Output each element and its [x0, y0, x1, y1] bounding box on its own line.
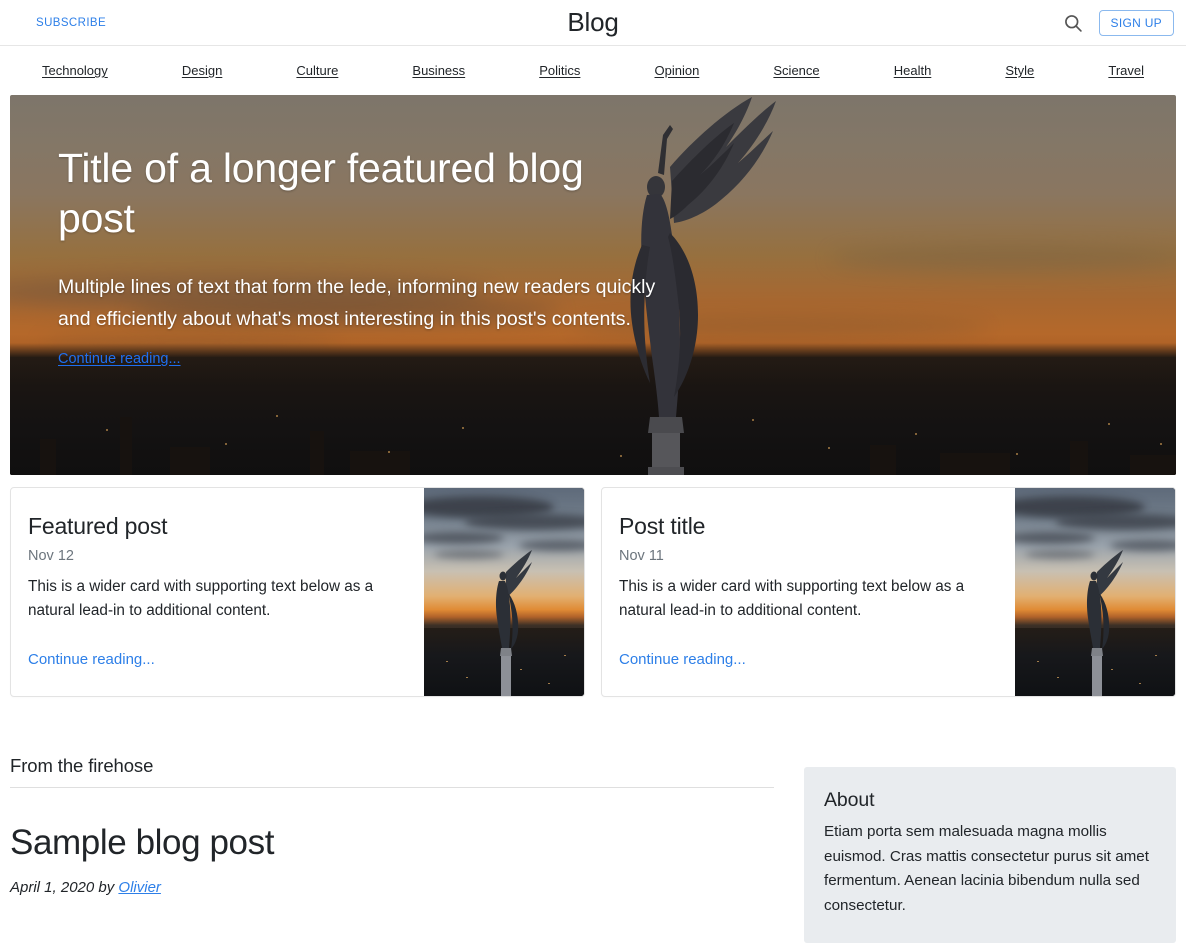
about-title: About — [824, 789, 875, 811]
nav-item-science[interactable]: Science — [773, 63, 819, 78]
about-widget: About Etiam porta sem malesuada magna mo… — [804, 767, 1176, 943]
post-card-text: This is a wider card with supporting tex… — [619, 577, 965, 620]
category-nav-list: Technology Design Culture Business Polit… — [12, 63, 1174, 78]
hero-wrapper: Title of a longer featured blog post Mul… — [0, 95, 1186, 475]
section-heading-firehose: From the firehose — [10, 755, 774, 788]
search-icon[interactable] — [1063, 13, 1083, 33]
nav-item-opinion[interactable]: Opinion — [655, 63, 700, 78]
blog-post-date: April 1, 2020 by — [10, 878, 119, 896]
featured-cards-row: Featured post Nov 12 This is a wider car… — [0, 475, 1186, 697]
nav-item-health[interactable]: Health — [894, 63, 932, 78]
post-card-date: Nov 12 — [28, 548, 74, 565]
nav-item-business[interactable]: Business — [412, 63, 465, 78]
category-nav: Technology Design Culture Business Polit… — [0, 46, 1186, 95]
post-card-date: Nov 11 — [619, 548, 664, 565]
about-text: Etiam porta sem malesuada magna mollis e… — [824, 823, 1149, 914]
featured-hero: Title of a longer featured blog post Mul… — [10, 95, 1176, 475]
main-row: From the firehose Sample blog post April… — [0, 697, 1186, 943]
blog-post-title: Sample blog post — [10, 823, 275, 862]
nav-item-technology[interactable]: Technology — [42, 63, 108, 78]
nav-item-politics[interactable]: Politics — [539, 63, 580, 78]
post-card-text: This is a wider card with supporting tex… — [28, 577, 374, 620]
hero-content: Title of a longer featured blog post Mul… — [10, 95, 670, 368]
post-card-thumbnail — [1015, 488, 1175, 696]
signup-button[interactable]: SIGN UP — [1098, 9, 1174, 36]
nav-item-design[interactable]: Design — [182, 63, 222, 78]
post-card-body: Featured post Nov 12 This is a wider car… — [11, 488, 424, 696]
blog-post-author-link[interactable]: Olivier — [118, 879, 161, 896]
sidebar-column: About Etiam porta sem malesuada magna mo… — [804, 755, 1176, 943]
blog-post-byline: April 1, 2020 by Olivier — [10, 879, 774, 896]
post-card-thumbnail — [424, 488, 584, 696]
masthead-left: SUBSCRIBE — [14, 17, 314, 29]
masthead: SUBSCRIBE Blog SIGN UP — [0, 0, 1186, 46]
post-card-body: Post title Nov 11 This is a wider card w… — [602, 488, 1015, 696]
page-title[interactable]: Blog — [567, 9, 618, 35]
subscribe-link[interactable]: SUBSCRIBE — [14, 17, 106, 29]
post-card-title: Post title — [619, 513, 706, 539]
post-card-continue-reading-link[interactable]: Continue reading... — [619, 651, 997, 668]
post-card-continue-reading-link[interactable]: Continue reading... — [28, 651, 406, 668]
masthead-right: SIGN UP — [1063, 9, 1174, 36]
main-content-column: From the firehose Sample blog post April… — [10, 755, 774, 943]
post-card[interactable]: Featured post Nov 12 This is a wider car… — [10, 487, 585, 697]
post-card-title: Featured post — [28, 513, 168, 539]
hero-continue-reading-link[interactable]: Continue reading... — [58, 351, 181, 367]
blog-page: SUBSCRIBE Blog SIGN UP Technology Design… — [0, 0, 1186, 943]
nav-item-style[interactable]: Style — [1005, 63, 1034, 78]
hero-title: Title of a longer featured blog post — [58, 145, 584, 242]
post-card[interactable]: Post title Nov 11 This is a wider card w… — [601, 487, 1176, 697]
nav-item-culture[interactable]: Culture — [296, 63, 338, 78]
nav-item-travel[interactable]: Travel — [1108, 63, 1144, 78]
hero-lead: Multiple lines of text that form the led… — [58, 276, 656, 330]
